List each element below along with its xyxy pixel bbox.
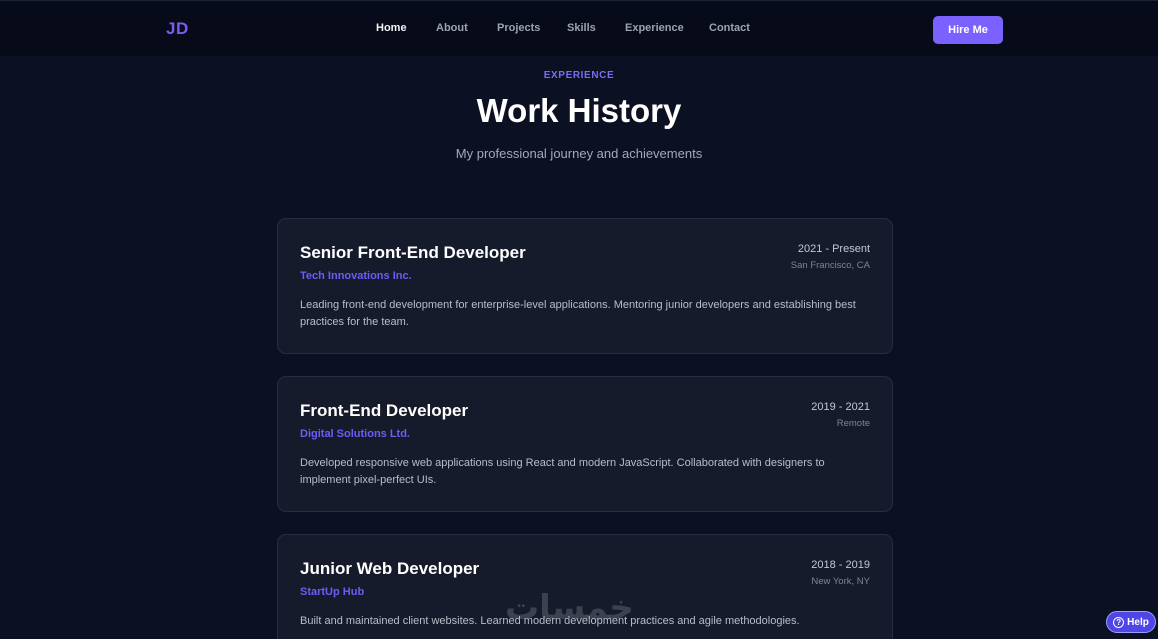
help-label: Help: [1127, 616, 1149, 628]
nav-link-about[interactable]: About: [436, 22, 468, 34]
page-title: Work History: [476, 92, 682, 129]
nav-link-home[interactable]: Home: [376, 22, 407, 34]
job-company: Tech Innovations Inc.: [300, 270, 412, 282]
job-dates: 2019 - 2021: [811, 401, 870, 413]
nav-link-projects[interactable]: Projects: [497, 22, 540, 34]
job-role: Senior Front-End Developer: [300, 243, 526, 262]
hire-me-button[interactable]: Hire Me: [933, 16, 1003, 44]
nav-link-contact[interactable]: Contact: [709, 22, 750, 34]
job-location: Remote: [836, 418, 870, 429]
help-button[interactable]: ? Help: [1106, 611, 1156, 633]
logo[interactable]: JD: [166, 19, 189, 39]
job-location: New York, NY: [811, 576, 870, 587]
navbar: JD Home About Projects Skills Experience…: [0, 0, 1158, 56]
nav-link-experience[interactable]: Experience: [625, 22, 684, 34]
job-company: Digital Solutions Ltd.: [300, 428, 410, 440]
job-dates: 2021 - Present: [797, 243, 870, 255]
job-role: Junior Web Developer: [300, 559, 480, 578]
experience-card: Senior Front-End Developer Tech Innovati…: [277, 218, 893, 354]
job-description: Developed responsive web applications us…: [300, 457, 825, 486]
job-company: StartUp Hub: [300, 586, 365, 598]
nav-link-skills[interactable]: Skills: [567, 22, 596, 34]
job-location: San Francisco, CA: [790, 260, 870, 271]
job-role: Front-End Developer: [300, 401, 469, 420]
page-subtitle: My professional journey and achievements: [455, 146, 703, 161]
experience-card: Front-End Developer Digital Solutions Lt…: [277, 376, 893, 512]
job-description: Leading front-end development for enterp…: [300, 299, 856, 328]
job-dates: 2018 - 2019: [811, 559, 870, 571]
watermark-logo: خمسات: [505, 588, 634, 628]
section-eyebrow: EXPERIENCE: [543, 70, 615, 81]
question-circle-icon: ?: [1113, 616, 1125, 628]
